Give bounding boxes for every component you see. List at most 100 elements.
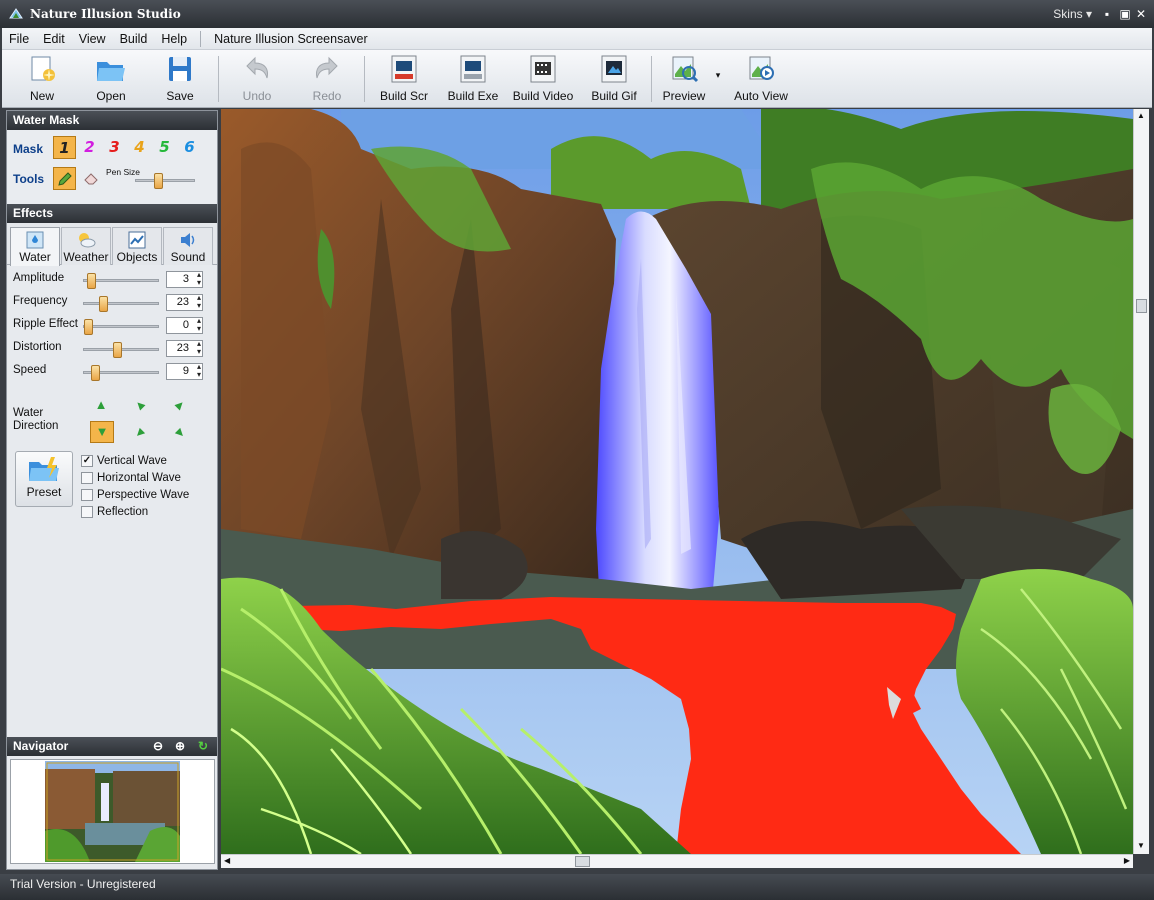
- param-label-ripple-effect: Ripple Effect: [13, 318, 78, 330]
- preview-label: Preview: [662, 89, 706, 103]
- pencil-icon: [57, 172, 72, 186]
- tab-sound-label: Sound: [170, 250, 206, 264]
- mask-button-1[interactable]: 1: [53, 136, 76, 159]
- slider-thumb[interactable]: [113, 342, 122, 358]
- refresh-icon[interactable]: ↻: [198, 737, 208, 756]
- option-label: Vertical Wave: [97, 455, 167, 467]
- param-value-frequency[interactable]: 23: [166, 294, 203, 311]
- checkbox[interactable]: [81, 506, 93, 518]
- pen-tool-button[interactable]: [53, 167, 76, 190]
- skins-menu[interactable]: Skins ▾: [1053, 7, 1092, 21]
- mask-button-2[interactable]: 2: [78, 136, 101, 159]
- param-slider-frequency[interactable]: [83, 296, 159, 312]
- tab-objects[interactable]: Objects: [112, 227, 162, 265]
- checkbox[interactable]: [81, 489, 93, 501]
- param-value-amplitude[interactable]: 3: [166, 271, 203, 288]
- direction-down-right-button[interactable]: ▼: [165, 418, 195, 448]
- navigator-title: Navigator: [13, 739, 69, 753]
- minimize-icon[interactable]: ▪: [1100, 7, 1114, 21]
- direction-down-left-button[interactable]: ▼: [125, 418, 155, 448]
- preview-magnifier-icon: [672, 56, 699, 83]
- pen-size-slider[interactable]: [135, 173, 195, 189]
- left-panel: Water Mask Mask 123456 Tools Pen Size Ef…: [6, 110, 218, 870]
- option-reflection[interactable]: Reflection: [81, 506, 148, 518]
- speaker-icon: [181, 233, 195, 247]
- horizontal-scroll-thumb[interactable]: [575, 856, 590, 867]
- menu-build[interactable]: Build: [113, 32, 155, 46]
- mask-button-3[interactable]: 3: [103, 136, 126, 159]
- tab-weather-label: Weather: [63, 250, 109, 264]
- folder-open-icon: [97, 62, 125, 81]
- close-icon[interactable]: ✕: [1134, 7, 1148, 21]
- option-vertical-wave[interactable]: ✓ Vertical Wave: [81, 455, 167, 467]
- param-slider-speed[interactable]: [83, 365, 159, 381]
- option-label: Horizontal Wave: [97, 472, 181, 484]
- auto-view-button[interactable]: Auto View: [730, 54, 792, 106]
- scroll-left-icon[interactable]: ◀: [224, 856, 230, 865]
- new-label: New: [29, 89, 54, 103]
- status-bar: Trial Version - Unregistered: [0, 874, 1154, 900]
- menu-screensaver[interactable]: Nature Illusion Screensaver: [207, 32, 375, 46]
- scroll-right-icon[interactable]: ▶: [1124, 856, 1130, 865]
- horizontal-scrollbar[interactable]: ◀ ▶: [221, 854, 1133, 868]
- vertical-scroll-thumb[interactable]: [1136, 299, 1147, 313]
- save-button[interactable]: Save: [158, 54, 202, 106]
- undo-button[interactable]: Undo: [234, 54, 280, 106]
- mask-button-4[interactable]: 4: [128, 136, 151, 159]
- param-value-distortion[interactable]: 23: [166, 340, 203, 357]
- tab-sound[interactable]: Sound: [163, 227, 213, 265]
- slider-thumb[interactable]: [87, 273, 96, 289]
- build-scr-button[interactable]: Build Scr: [376, 54, 432, 106]
- undo-arrow-icon: [246, 56, 268, 79]
- window-title: Nature Illusion Studio: [30, 7, 181, 21]
- build-exe-button[interactable]: Build Exe: [445, 54, 501, 106]
- tab-water[interactable]: Water: [10, 227, 60, 266]
- param-slider-distortion[interactable]: [83, 342, 159, 358]
- preset-button[interactable]: Preset: [15, 451, 73, 507]
- new-document-icon: [31, 56, 55, 81]
- preview-button[interactable]: Preview: [658, 54, 710, 106]
- build-scr-label: Build Scr: [379, 89, 429, 103]
- build-gif-button[interactable]: Build Gif: [586, 54, 642, 106]
- param-slider-ripple-effect[interactable]: [83, 319, 159, 335]
- direction-up-right-button[interactable]: ▲: [165, 390, 195, 420]
- new-button[interactable]: New: [20, 54, 64, 106]
- menu-file[interactable]: File: [2, 32, 36, 46]
- slider-thumb[interactable]: [91, 365, 100, 381]
- zoom-in-icon[interactable]: ⊕: [175, 737, 185, 756]
- app-window: { "window": {"title": "Nature Illusion S…: [0, 0, 1154, 900]
- slider-thumb[interactable]: [84, 319, 93, 335]
- tab-weather[interactable]: Weather: [61, 227, 111, 265]
- tab-objects-label: Objects: [116, 250, 158, 264]
- vertical-scrollbar[interactable]: ▲ ▼: [1133, 109, 1149, 854]
- scroll-up-icon[interactable]: ▲: [1137, 111, 1145, 120]
- direction-up-left-button[interactable]: ▲: [125, 390, 155, 420]
- navigator-view[interactable]: [10, 759, 215, 864]
- direction-down-button[interactable]: ▼: [90, 421, 114, 443]
- checkbox[interactable]: ✓: [81, 455, 93, 467]
- param-label-distortion: Distortion: [13, 341, 62, 353]
- param-slider-amplitude[interactable]: [83, 273, 159, 289]
- scroll-down-icon[interactable]: ▼: [1137, 841, 1145, 850]
- maximize-icon[interactable]: ▣: [1118, 7, 1132, 21]
- slider-thumb[interactable]: [99, 296, 108, 312]
- checkbox[interactable]: [81, 472, 93, 484]
- menu-edit[interactable]: Edit: [36, 32, 72, 46]
- mask-button-6[interactable]: 6: [178, 136, 201, 159]
- option-perspective-wave[interactable]: Perspective Wave: [81, 489, 189, 501]
- option-horizontal-wave[interactable]: Horizontal Wave: [81, 472, 181, 484]
- param-value-speed[interactable]: 9: [166, 363, 203, 380]
- param-value-ripple-effect[interactable]: 0: [166, 317, 203, 334]
- mask-button-5[interactable]: 5: [153, 136, 176, 159]
- eraser-tool-button[interactable]: [82, 169, 102, 189]
- menu-view[interactable]: View: [72, 32, 113, 46]
- redo-button[interactable]: Redo: [304, 54, 350, 106]
- build-video-button[interactable]: Build Video: [510, 54, 576, 106]
- direction-up-button[interactable]: ▲: [90, 395, 112, 415]
- image-canvas[interactable]: [221, 109, 1133, 854]
- pen-size-thumb[interactable]: [154, 173, 163, 189]
- navigator-panel: Navigator ⊖ ⊕ ↻: [7, 737, 217, 869]
- menu-help[interactable]: Help: [154, 32, 194, 46]
- zoom-out-icon[interactable]: ⊖: [153, 737, 163, 756]
- open-button[interactable]: Open: [88, 54, 134, 106]
